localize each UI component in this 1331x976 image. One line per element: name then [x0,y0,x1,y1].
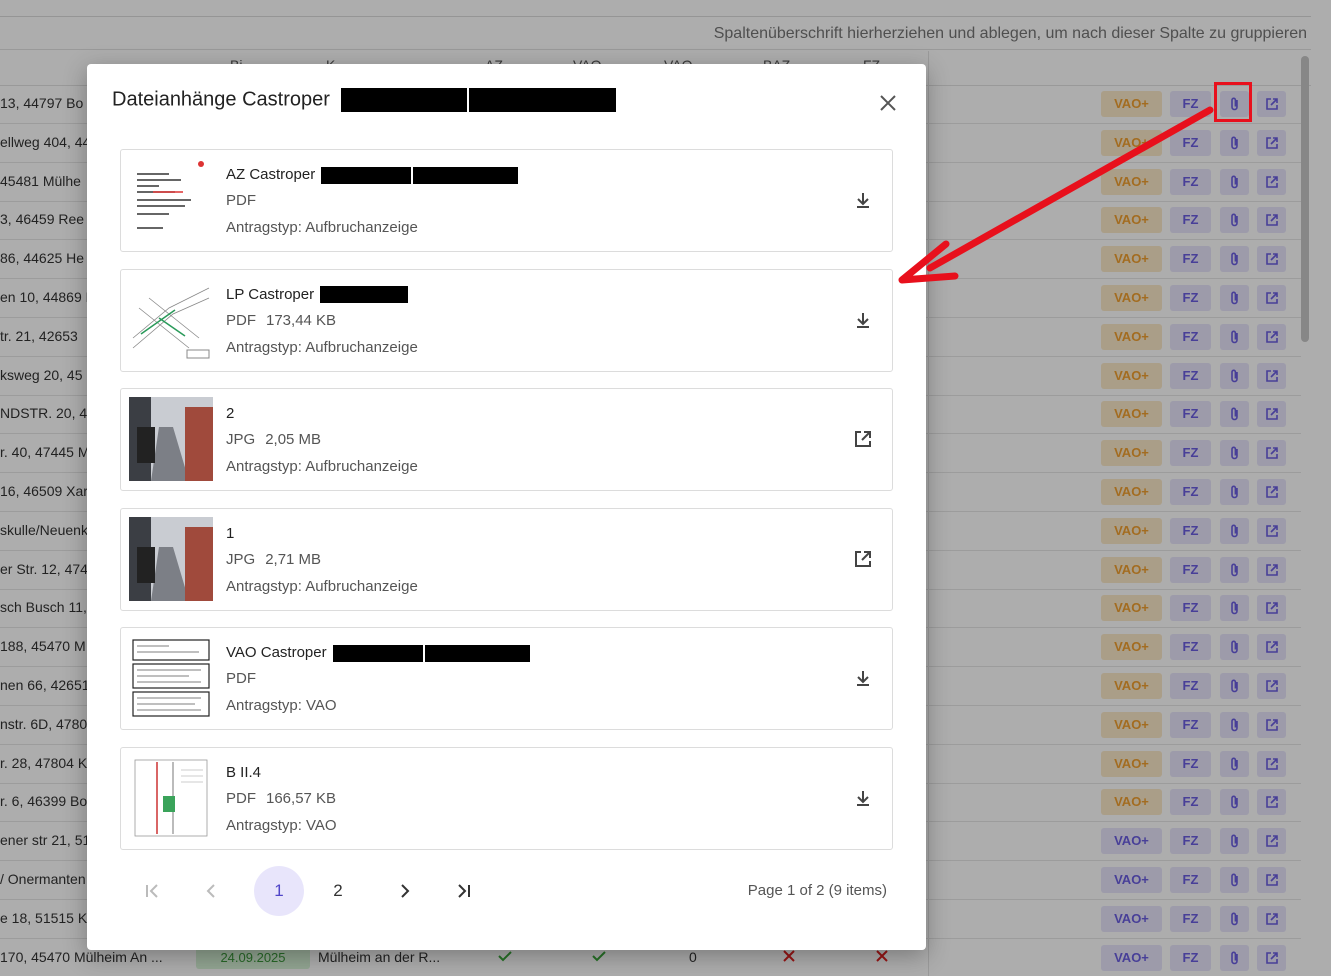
download-button[interactable] [851,308,875,332]
first-page-button[interactable] [127,866,177,916]
attachment-meta: PDF [226,670,256,687]
application-type: Antragstyp: Aufbruchanzeige [226,577,418,595]
application-type: Antragstyp: Aufbruchanzeige [226,458,418,476]
attachment-name-text: AZ Castroper [226,166,316,183]
file-size: 173,44 KB [266,311,337,329]
attachment-thumbnail[interactable] [129,516,213,601]
attachment-meta: PDF [226,192,256,209]
file-format: PDF [226,670,256,688]
attachment-meta: JPG 2,71 MB [226,551,321,568]
attachment-name-text: B II.4 [226,764,262,781]
redaction [320,286,409,304]
file-size: 166,57 KB [266,790,337,807]
attachment-name-text: 1 [226,524,235,542]
attachment-name: B II.4 [226,764,261,781]
attachment-thumbnail[interactable] [129,636,213,721]
highlight-box [1214,82,1252,122]
redaction [469,88,617,112]
attachment-name-text: LP Castroper [226,285,315,303]
file-format: PDF [226,311,256,329]
application-type: Antragstyp: Aufbruchanzeige [226,219,418,236]
chevron-left-icon [206,884,215,898]
attachment-card[interactable]: B II.4 PDF 166,57 KB Antragstyp: VAO [120,747,893,850]
next-page-button[interactable] [380,866,430,916]
dialog-title-text: Dateianhänge Castroper [112,88,330,111]
last-page-icon [458,884,470,898]
attachment-thumbnail[interactable] [129,397,213,482]
dialog-title: Dateianhänge Castroper [112,88,617,112]
redaction [332,644,423,662]
attachment-thumbnail[interactable] [129,158,213,242]
attachment-name: VAO Castroper [226,644,530,662]
attachment-name: AZ Castroper [226,166,519,184]
redaction [413,166,519,184]
download-icon [857,671,869,687]
application-type: Antragstyp: Aufbruchanzeige [226,338,418,356]
file-format: JPG [226,431,256,449]
download-icon [857,312,869,328]
attachment-card[interactable]: VAO Castroper PDF Antragstyp: VAO [120,627,893,731]
chevron-right-icon [401,884,410,898]
download-button[interactable] [851,666,875,690]
open-external-icon [855,431,871,448]
download-button[interactable] [851,188,875,212]
attachment-meta: JPG 2,05 MB [226,431,321,448]
file-format: PDF [226,192,256,209]
attachment-thumbnail[interactable] [129,277,213,362]
download-icon [857,193,869,208]
attachment-name: 2 [226,405,234,422]
open-external-icon [855,550,871,567]
attachments-dialog: Dateianhänge Castroper AZ Castroper PDF A… [87,64,926,950]
redaction [341,88,468,112]
open-button[interactable] [851,547,875,571]
download-button[interactable] [851,786,875,810]
pagination: 1 2 Page 1 of 2 (9 items) [127,866,887,918]
attachment-thumbnail[interactable] [129,756,213,840]
application-type: Antragstyp: VAO [226,817,337,834]
page-info: Page 1 of 2 (9 items) [747,882,887,899]
first-page-icon [146,884,158,898]
redaction [424,644,530,662]
prev-page-button[interactable] [187,866,237,916]
attachment-name-text: 2 [226,405,235,423]
page-button-1[interactable]: 1 [254,866,304,916]
download-icon [857,791,869,806]
attachment-card[interactable]: LP Castroper PDF 173,44 KB Antragstyp: Auf… [120,268,893,372]
file-size: 2,71 MB [265,550,322,568]
redaction [321,166,412,184]
file-size: 2,05 MB [265,431,322,449]
close-button[interactable] [875,90,901,116]
attachment-meta: PDF 173,44 KB [226,312,336,329]
attachment-card[interactable]: 1 JPG 2,71 MB Antragstyp: Aufbruchanzeige [120,507,893,611]
file-format: PDF [226,790,256,807]
close-icon [880,95,896,111]
application-type: Antragstyp: VAO [226,697,337,715]
attachment-name-text: VAO Castroper [226,644,327,662]
attachment-meta: PDF 166,57 KB [226,790,336,807]
last-page-button[interactable] [439,866,489,916]
attachment-name: LP Castroper [226,285,409,304]
attachment-name: 1 [226,525,234,542]
attachment-card[interactable]: 2 JPG 2,05 MB Antragstyp: Aufbruchanzeige [120,388,893,492]
file-format: JPG [226,550,256,568]
attachment-card[interactable]: AZ Castroper PDF Antragstyp: Aufbruchanze… [120,149,893,252]
open-button[interactable] [851,427,875,451]
page-button-2[interactable]: 2 [313,866,363,916]
